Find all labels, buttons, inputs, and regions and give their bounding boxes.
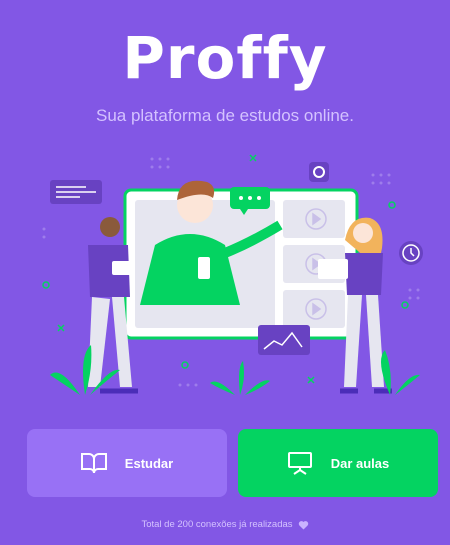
heart-icon (298, 520, 308, 530)
hero-illustration (42, 154, 423, 395)
presentation-board-icon (287, 452, 312, 475)
connections-footer: Total de 200 conexões já realizadas (0, 519, 450, 530)
app-logo: Proffy (122, 24, 328, 92)
connections-text: Total de 200 conexões já realizadas (141, 519, 293, 530)
book-open-icon (80, 453, 107, 474)
give-classes-button[interactable]: Dar aulas (238, 429, 438, 497)
tagline: Sua plataforma de estudos online. (95, 106, 354, 125)
give-classes-button-label: Dar aulas (330, 455, 390, 471)
study-button-label: Estudar (124, 455, 174, 471)
study-button[interactable]: Estudar (27, 429, 227, 497)
